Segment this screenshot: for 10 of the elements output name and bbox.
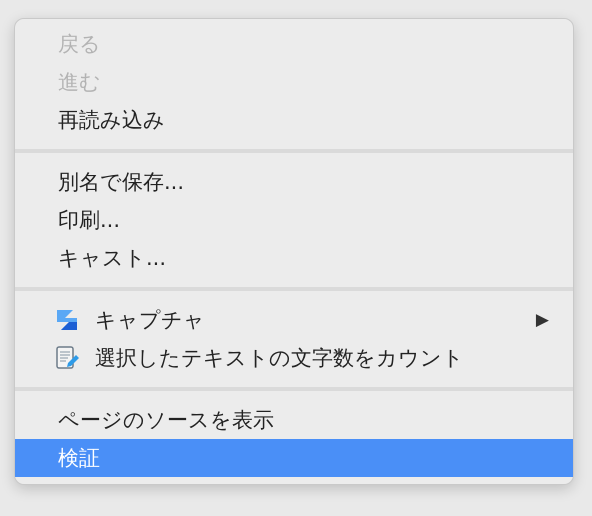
notepad-pencil-icon xyxy=(55,346,79,370)
menu-item[interactable]: 別名で保存... xyxy=(15,163,573,201)
app-logo-icon xyxy=(55,308,79,332)
menu-item[interactable]: ページのソースを表示 xyxy=(15,401,573,439)
menu-item[interactable]: キャスト... xyxy=(15,239,573,277)
submenu-arrow: ▶ xyxy=(536,310,549,330)
menu-item[interactable]: キャプチャ ▶ xyxy=(15,301,573,339)
menu-item[interactable]: 再読み込み xyxy=(15,101,573,139)
menu-item[interactable]: 選択したテキストの文字数をカウント xyxy=(15,339,573,377)
menu-item[interactable]: 印刷... xyxy=(15,201,573,239)
